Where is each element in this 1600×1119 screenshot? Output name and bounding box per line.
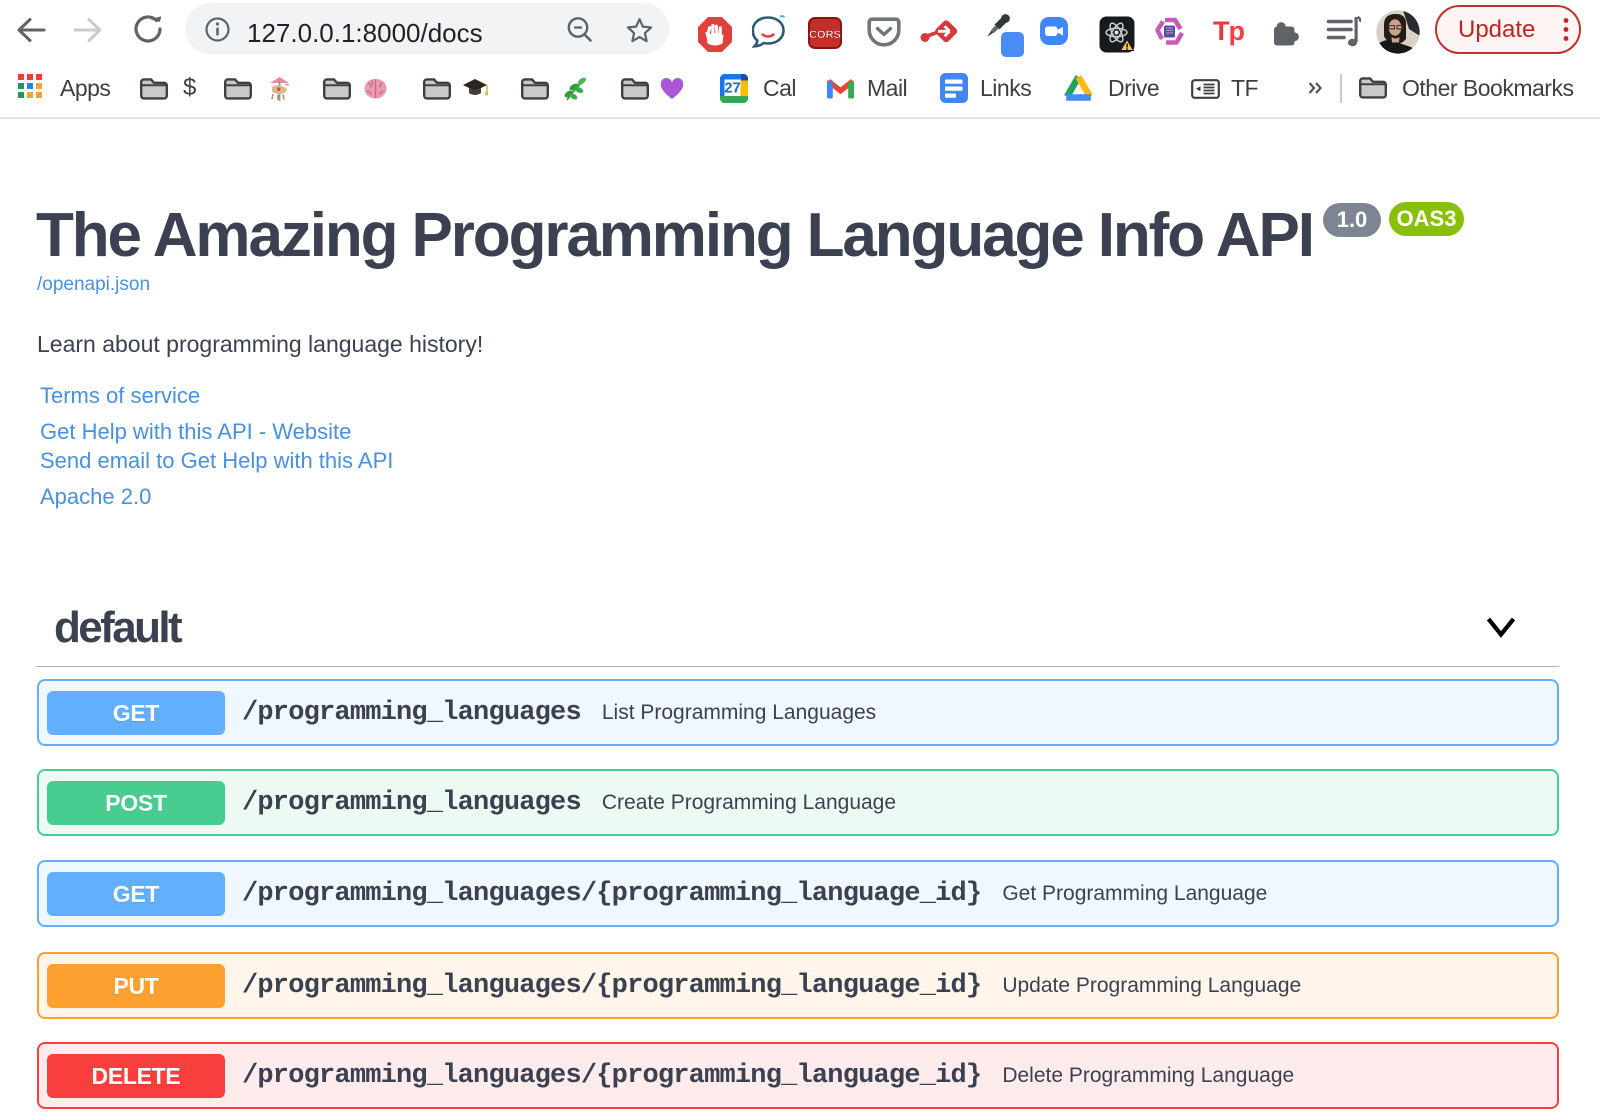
svg-text:CORS: CORS [809, 29, 841, 41]
svg-text:27: 27 [724, 81, 740, 97]
